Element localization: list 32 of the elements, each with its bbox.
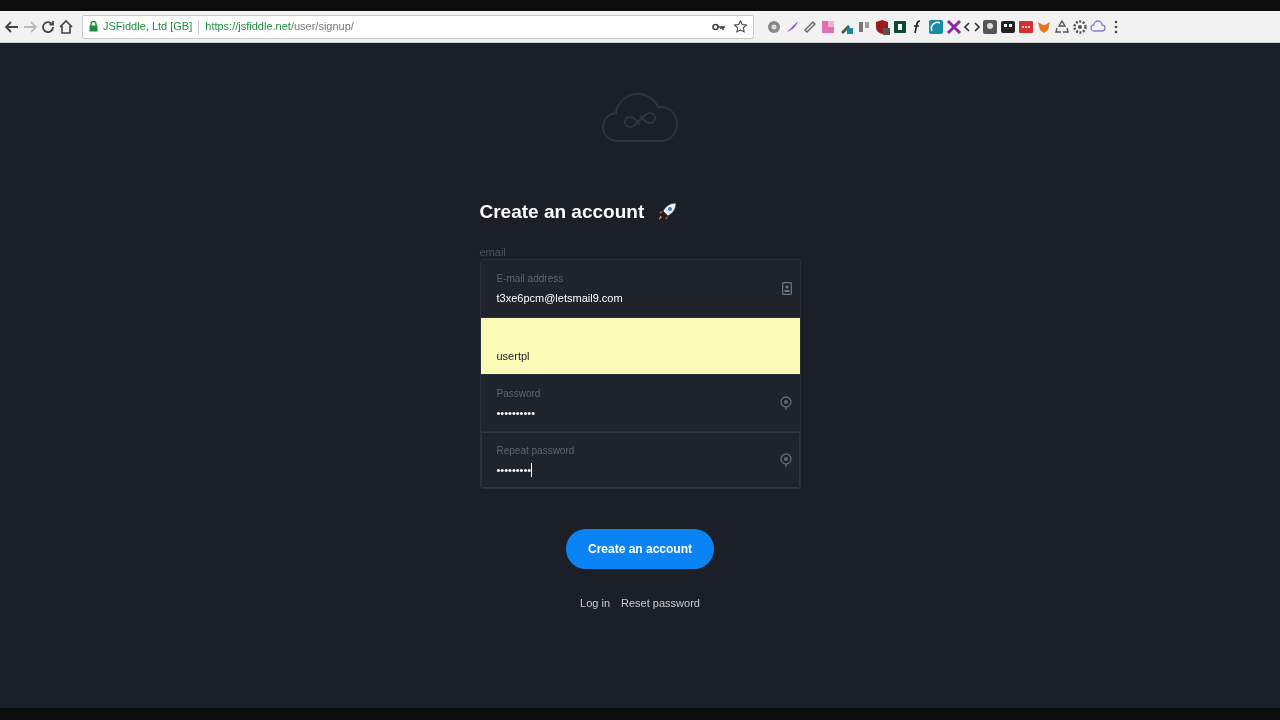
field-value: •••••••••• bbox=[496, 405, 535, 421]
input-field[interactable]: E-mail address t3xe6pcm@letsmail9.com bbox=[480, 259, 800, 317]
reload-icon[interactable] bbox=[40, 18, 56, 35]
field-label: E-mail address bbox=[496, 271, 565, 286]
text-cursor bbox=[531, 462, 533, 477]
gear-icon[interactable] bbox=[766, 18, 782, 35]
page-heading: Create an account bbox=[479, 200, 645, 224]
input-field[interactable]: Password •••••••••• bbox=[480, 373, 800, 431]
url-text: https://jsfiddle.net/user/signup/ bbox=[205, 19, 354, 35]
cross-icon[interactable] bbox=[946, 18, 962, 35]
field-label: Password bbox=[496, 386, 542, 401]
contact-card-icon bbox=[781, 281, 792, 295]
site-identity: JSFiddle, Ltd [GB] bbox=[103, 19, 193, 35]
field-value: usertpl bbox=[496, 348, 530, 364]
address-bar[interactable]: JSFiddle, Ltd [GB] https://jsfiddle.net/user/signup/ bbox=[82, 14, 754, 39]
link[interactable]: Log in bbox=[580, 594, 611, 611]
back-icon[interactable] bbox=[4, 18, 20, 35]
lock-icon bbox=[89, 21, 98, 32]
input-field[interactable]: usertpl bbox=[480, 316, 800, 374]
square-tile-icon[interactable] bbox=[892, 18, 908, 35]
star-icon[interactable] bbox=[734, 20, 747, 33]
field-value: ••••••••• bbox=[496, 462, 532, 478]
home-icon[interactable] bbox=[58, 18, 74, 35]
link[interactable]: Reset password bbox=[621, 594, 700, 611]
dots-square-icon[interactable] bbox=[1018, 18, 1034, 35]
field-label: Repeat password bbox=[496, 443, 576, 458]
key-icon[interactable] bbox=[712, 21, 726, 32]
cog-icon[interactable] bbox=[1072, 18, 1088, 35]
field-value: t3xe6pcm@letsmail9.com bbox=[496, 290, 623, 306]
submit-button[interactable]: Create an account bbox=[565, 528, 714, 569]
input-field[interactable]: Repeat password ••••••••• bbox=[480, 430, 800, 488]
shield-icon[interactable] bbox=[874, 18, 890, 35]
